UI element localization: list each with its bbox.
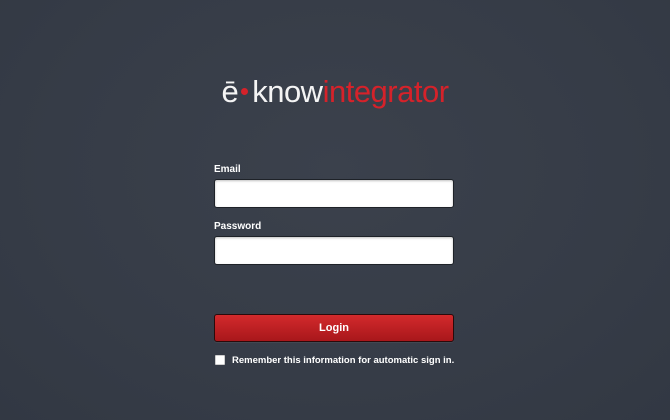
password-label: Password (214, 221, 262, 232)
brand-logo: ē knowintegrator (0, 74, 670, 110)
password-field[interactable] (214, 236, 454, 265)
email-label: Email (214, 164, 241, 175)
remember-me-row[interactable]: Remember this information for automatic … (214, 353, 454, 367)
logo-know: know (252, 74, 323, 109)
login-page: ē knowintegrator Email Password Login Rem… (0, 0, 670, 420)
logo-e: ē (221, 74, 239, 109)
logo-integrator: integrator (322, 74, 449, 109)
remember-me-label: Remember this information for automatic … (232, 354, 455, 366)
login-button[interactable]: Login (214, 314, 454, 342)
remember-me-checkbox[interactable] (215, 355, 225, 365)
login-form: Email Password Login Remember this infor… (214, 163, 454, 367)
email-field[interactable] (214, 179, 454, 208)
logo-dot-icon (241, 88, 249, 96)
